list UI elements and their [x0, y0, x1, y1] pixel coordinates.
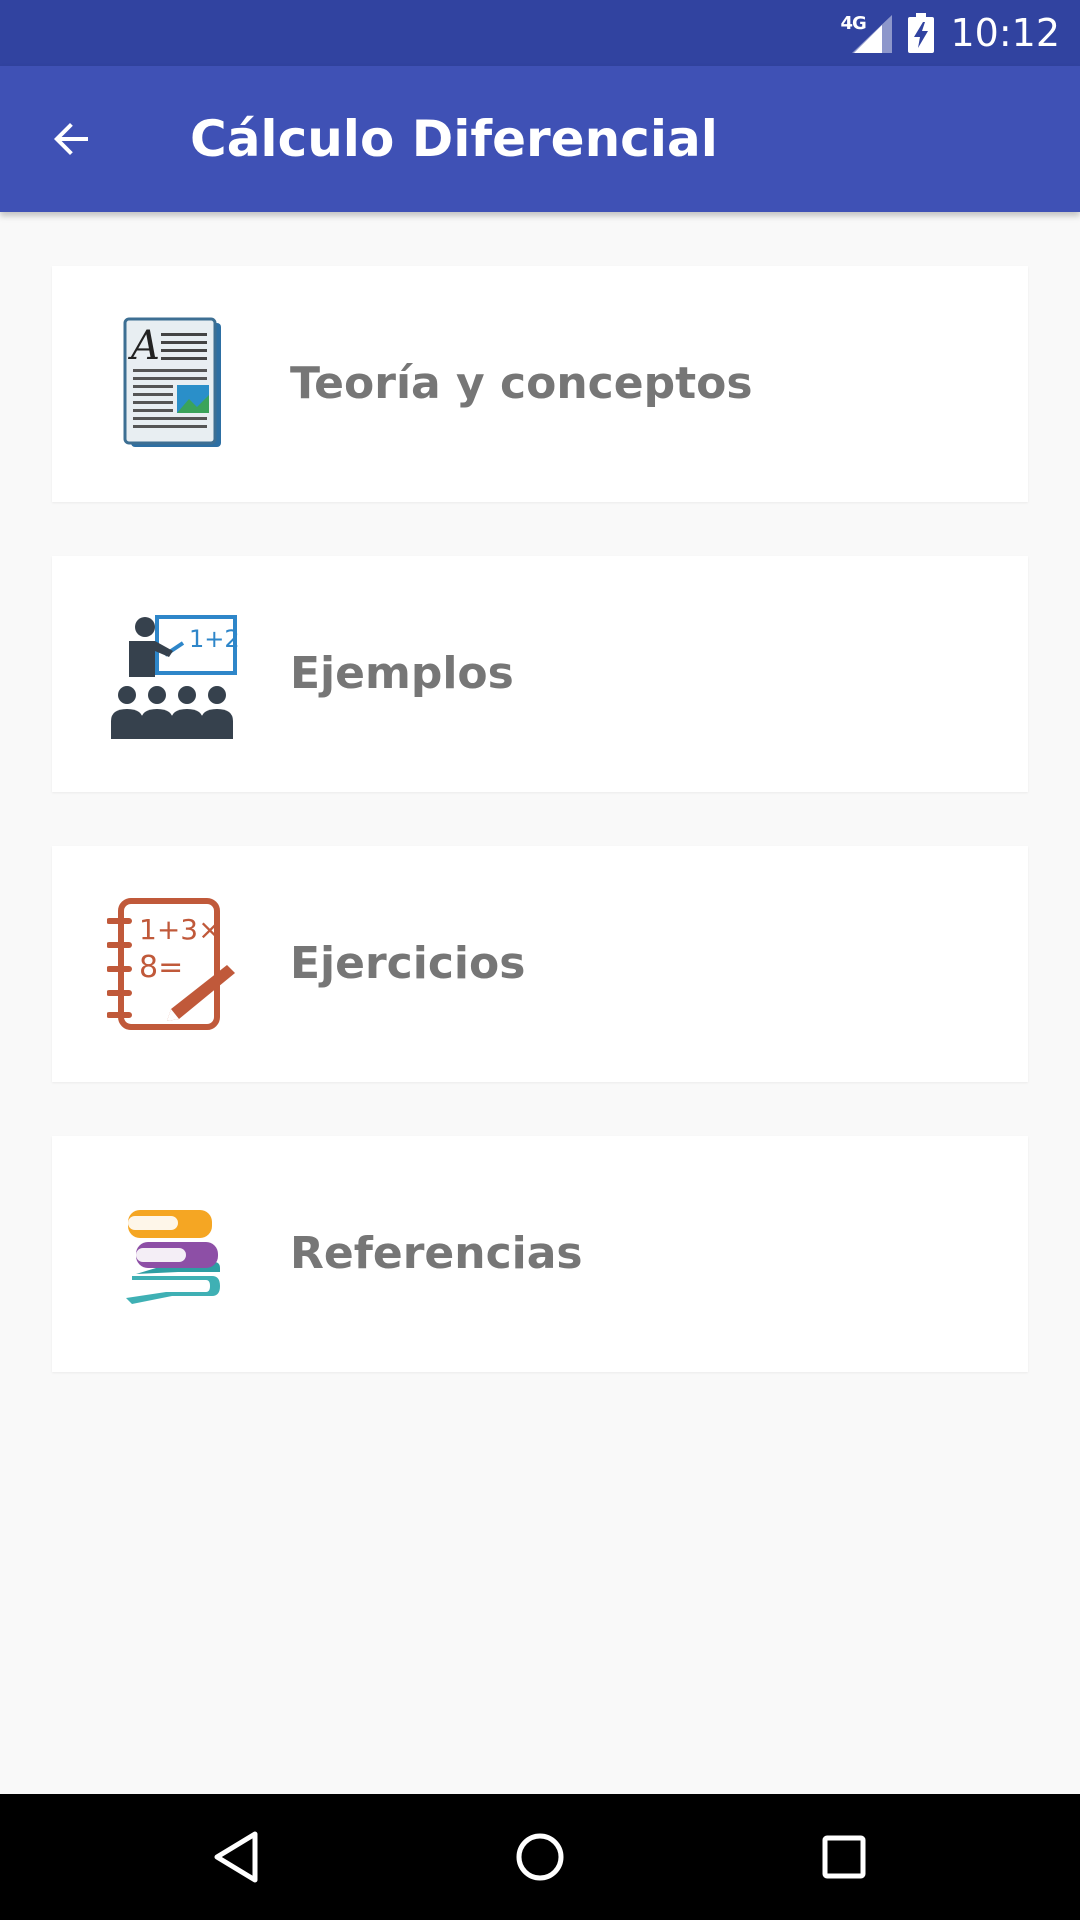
- svg-text:A: A: [127, 323, 160, 369]
- menu-item-label: Referencias: [290, 1228, 583, 1279]
- status-time: 10:12: [950, 11, 1060, 55]
- back-triangle-icon: [214, 1831, 258, 1883]
- home-circle-icon: [516, 1833, 564, 1881]
- nav-home-button[interactable]: [500, 1817, 580, 1897]
- document-icon: A: [102, 314, 242, 454]
- status-bar: 4G 10:12: [0, 0, 1080, 66]
- battery-charging-icon: [908, 13, 935, 53]
- nav-back-button[interactable]: [196, 1817, 276, 1897]
- teacher-class-icon: 1+2: [102, 604, 242, 744]
- menu-item-ejercicios[interactable]: 1+3× 8= Ejercicios: [52, 846, 1028, 1082]
- recents-square-icon: [822, 1835, 866, 1879]
- signal-indicator: 4G: [840, 13, 893, 53]
- nav-recents-button[interactable]: [804, 1817, 884, 1897]
- menu-item-label: Teoría y conceptos: [290, 358, 753, 409]
- math-notebook-icon: 1+3× 8=: [102, 894, 242, 1034]
- app-bar: Cálculo Diferencial: [0, 66, 1080, 212]
- menu-item-referencias[interactable]: Referencias: [52, 1136, 1028, 1372]
- navigation-bar: [0, 1794, 1080, 1920]
- svg-text:1+2: 1+2: [189, 625, 239, 653]
- arrow-back-icon: [54, 123, 88, 155]
- back-button[interactable]: [36, 103, 108, 175]
- page-title: Cálculo Diferencial: [190, 110, 718, 168]
- menu-item-label: Ejemplos: [290, 648, 514, 699]
- status-icons: 4G 10:12: [840, 0, 1060, 66]
- menu-item-teoria[interactable]: A Teoría y conceptos: [52, 266, 1028, 502]
- svg-text:8=: 8=: [139, 950, 183, 985]
- menu-item-ejemplos[interactable]: 1+2 Ejemplos: [52, 556, 1028, 792]
- books-icon: [102, 1184, 242, 1324]
- menu-item-label: Ejercicios: [290, 938, 526, 989]
- signal-icon: [852, 15, 893, 53]
- svg-text:1+3×: 1+3×: [139, 913, 222, 946]
